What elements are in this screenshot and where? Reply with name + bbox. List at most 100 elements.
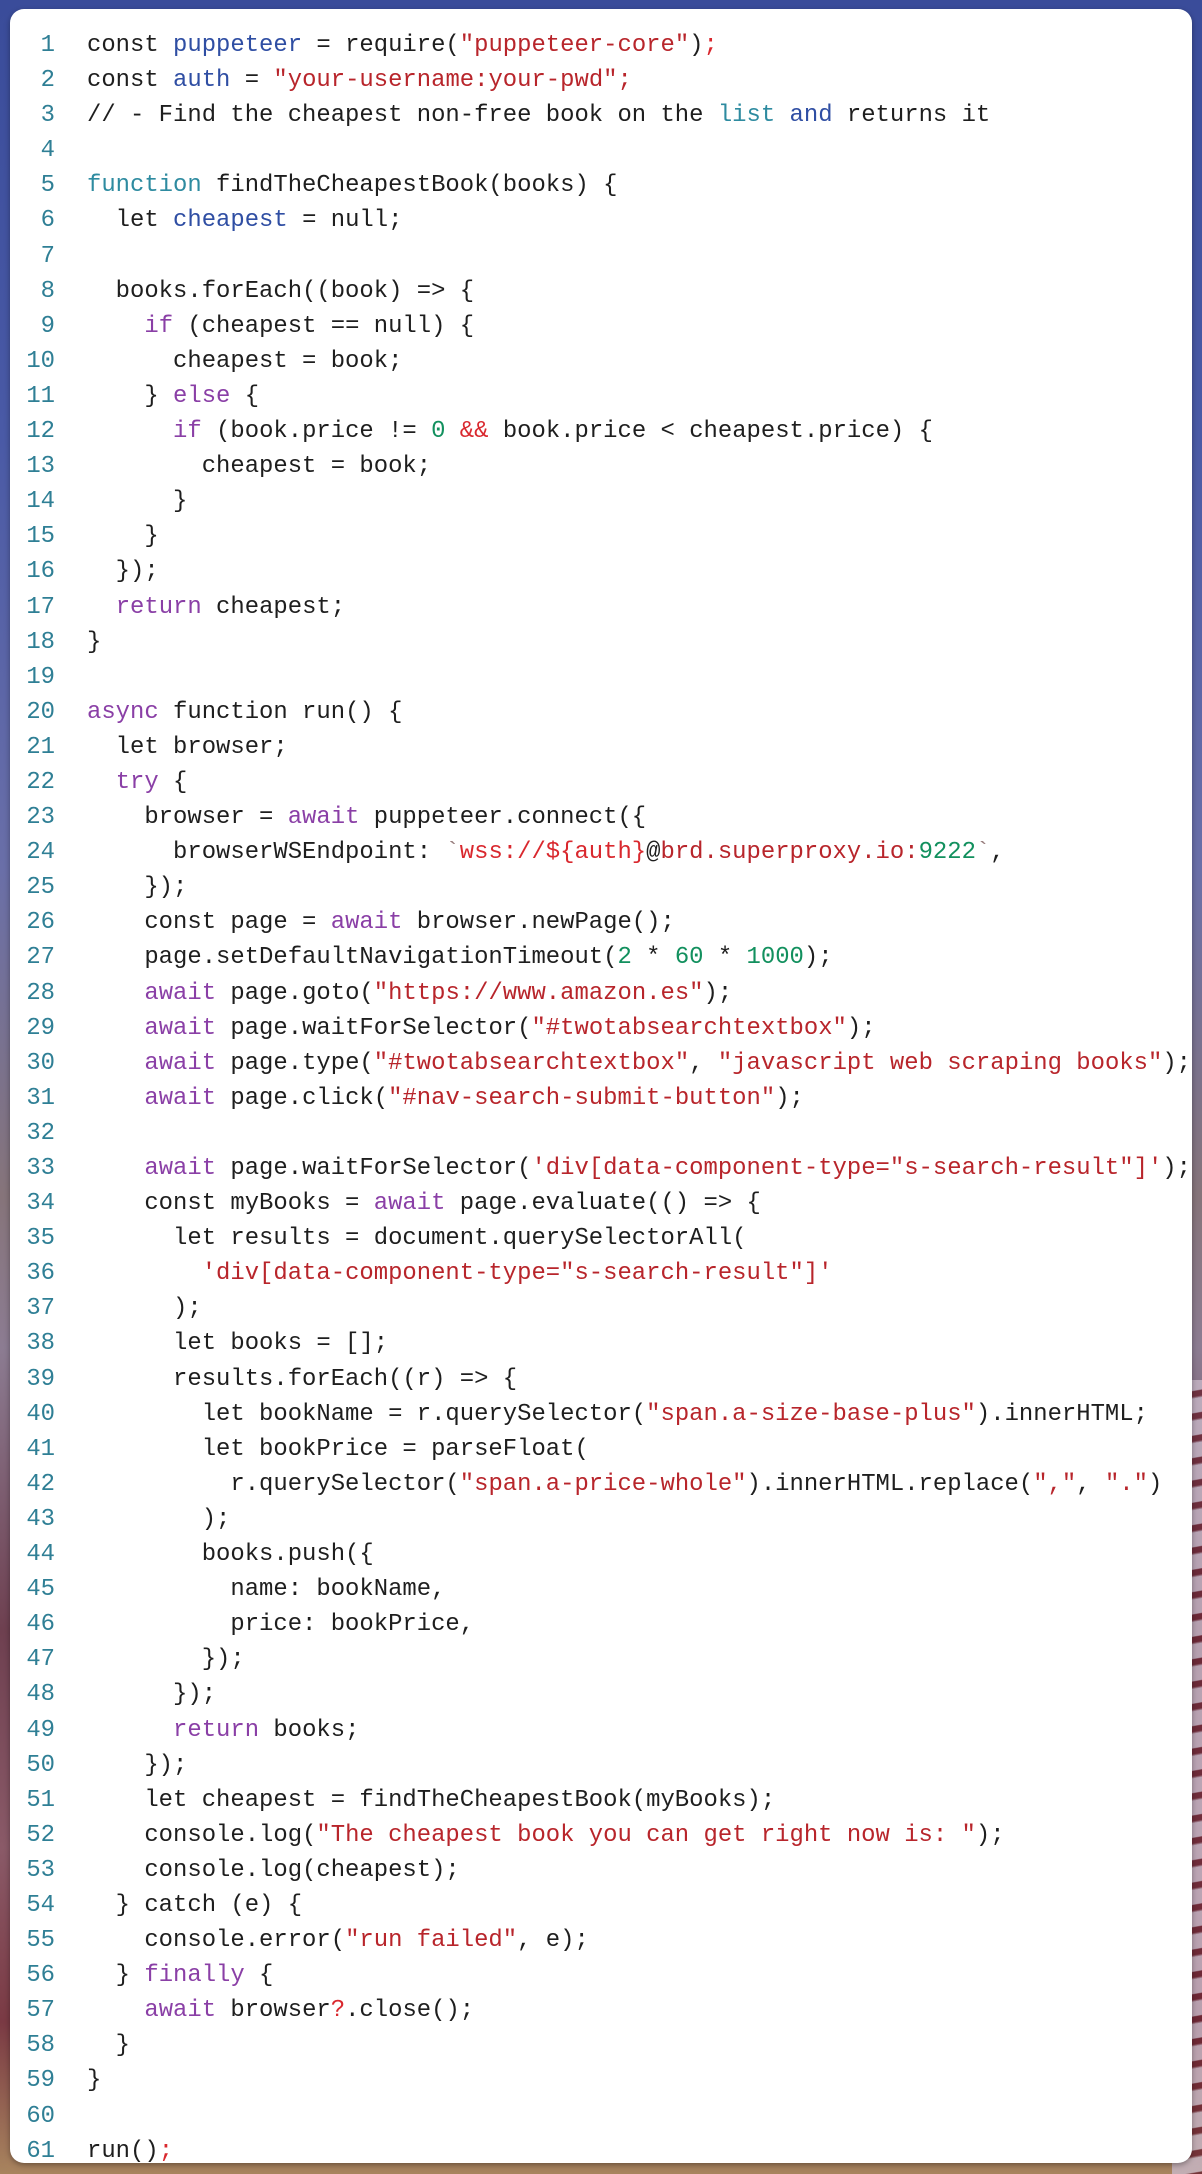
line-text: } (55, 2028, 130, 2063)
code-line[interactable]: 36 'div[data-component-type="s-search-re… (10, 1256, 1191, 1291)
code-token: "," (1033, 1470, 1077, 1498)
code-line[interactable]: 11 } else { (10, 379, 1191, 414)
code-token: .close(); (345, 1997, 475, 2025)
line-text: const puppeteer = require("puppeteer-cor… (55, 28, 718, 63)
code-line[interactable]: 9 if (cheapest == null) { (10, 309, 1191, 344)
code-line[interactable]: 28 await page.goto("https://www.amazon.e… (10, 976, 1191, 1011)
code-line[interactable]: 54 } catch (e) { (10, 1888, 1191, 1923)
line-number: 56 (26, 1962, 55, 1990)
line-number: 59 (26, 2067, 55, 2095)
code-line[interactable]: 20 async function run() { (10, 695, 1191, 730)
code-token: ; (703, 32, 718, 59)
code-line[interactable]: 8 books.forEach((book) => { (10, 274, 1191, 309)
line-text: console.log(cheapest); (55, 1853, 459, 1888)
code-line[interactable]: 30 await page.type("#twotabsearchtextbox… (10, 1046, 1191, 1081)
code-token: && (459, 418, 489, 446)
code-line[interactable]: 18} (10, 625, 1191, 660)
code-line[interactable]: 29 await page.waitForSelector("#twotabse… (10, 1011, 1191, 1046)
code-token: and (789, 102, 833, 130)
code-line[interactable]: 7 (10, 239, 1191, 274)
code-token: price: bookPrice, (87, 1611, 475, 1639)
code-line[interactable]: 13 cheapest = book; (10, 449, 1191, 484)
code-line[interactable]: 49 return books; (10, 1713, 1191, 1748)
code-line[interactable]: 33 await page.waitForSelector('div[data-… (10, 1151, 1191, 1186)
code-token: await (144, 1014, 217, 1042)
code-token: run() (87, 2137, 159, 2163)
code-line[interactable]: 10 cheapest = book; (10, 344, 1191, 379)
code-line[interactable]: 17 return cheapest; (10, 590, 1191, 625)
code-line[interactable]: 34 const myBooks = await page.evaluate((… (10, 1186, 1191, 1221)
line-text: let bookName = r.querySelector("span.a-s… (55, 1397, 1148, 1432)
code-line[interactable]: 3 // - Find the cheapest non-free book on… (10, 98, 1191, 133)
code-line[interactable]: 21 let browser; (10, 730, 1191, 765)
code-line[interactable]: 16 }); (10, 554, 1191, 589)
code-line[interactable]: 35 let results = document.querySelectorA… (10, 1221, 1191, 1256)
code-token: wss://${auth} (459, 839, 647, 867)
code-token: @ (646, 839, 661, 867)
code-line[interactable]: 5 function findTheCheapestBook(books) { (10, 168, 1191, 203)
code-line[interactable]: 6 let cheapest = null; (10, 203, 1191, 238)
code-token: 60 (674, 944, 704, 972)
code-token: "." (1104, 1470, 1148, 1498)
code-token: ; (158, 2137, 174, 2163)
code-line[interactable]: 57 await browser?.close(); (10, 1993, 1191, 2028)
code-line[interactable]: 60 (10, 2099, 1191, 2134)
code-line[interactable]: 25 }); (10, 870, 1191, 905)
code-line[interactable]: 61 run(); (10, 2134, 1191, 2163)
code-line[interactable]: 1 const puppeteer = require("puppeteer-co… (10, 28, 1191, 63)
code-line[interactable]: 59} (10, 2063, 1191, 2098)
line-text: let browser; (55, 730, 288, 765)
code-line[interactable]: 41 let bookPrice = parseFloat( (10, 1432, 1191, 1467)
code-line[interactable]: 19 (10, 660, 1191, 695)
code-token: ); (1162, 1049, 1192, 1077)
code-line[interactable]: 44 books.push({ (10, 1537, 1191, 1572)
code-line[interactable]: 26 const page = await browser.newPage(); (10, 905, 1191, 940)
code-token: * (631, 944, 675, 972)
line-number: 32 (26, 1119, 55, 1147)
code-token: r.querySelector( (87, 1470, 460, 1498)
code-token: } (87, 1962, 145, 1990)
line-text (55, 660, 87, 695)
line-text: results.forEach((r) => { (55, 1362, 517, 1397)
code-line[interactable]: 50 }); (10, 1748, 1191, 1783)
code-line[interactable]: 39 results.forEach((r) => { (10, 1362, 1191, 1397)
code-line[interactable]: 15 } (10, 519, 1191, 554)
code-line[interactable]: 14 } (10, 484, 1191, 519)
code-line[interactable]: 58 } (10, 2028, 1191, 2063)
code-line[interactable]: 45 name: bookName, (10, 1572, 1191, 1607)
code-line[interactable]: 43 ); (10, 1502, 1191, 1537)
code-line[interactable]: 37 ); (10, 1291, 1191, 1326)
code-line[interactable]: 46 price: bookPrice, (10, 1607, 1191, 1642)
code-token: ); (846, 1014, 876, 1042)
code-line[interactable]: 42 r.querySelector("span.a-price-whole")… (10, 1467, 1191, 1502)
line-number: 38 (26, 1330, 55, 1358)
line-number: 30 (26, 1049, 55, 1077)
code-line[interactable]: 31 await page.click("#nav-search-submit-… (10, 1081, 1191, 1116)
code-line[interactable]: 2 const auth = "your-username:your-pwd"; (10, 63, 1191, 98)
code-line[interactable]: 51 let cheapest = findTheCheapestBook(my… (10, 1783, 1191, 1818)
code-line[interactable]: 55 console.error("run failed", e); (10, 1923, 1191, 1958)
code-token: returns it (832, 102, 991, 130)
code-line[interactable]: 40 let bookName = r.querySelector("span.… (10, 1397, 1191, 1432)
code-line[interactable]: 27 page.setDefaultNavigationTimeout(2 * … (10, 940, 1191, 975)
code-line[interactable]: 56 } finally { (10, 1958, 1191, 1993)
code-line[interactable]: 23 browser = await puppeteer.connect({ (10, 800, 1191, 835)
code-line[interactable]: 4 (10, 133, 1191, 168)
code-line[interactable]: 47 }); (10, 1642, 1191, 1677)
code-line[interactable]: 38 let books = []; (10, 1326, 1191, 1361)
line-text: let results = document.querySelectorAll( (55, 1221, 746, 1256)
code-line[interactable]: 22 try { (10, 765, 1191, 800)
code-token: await (144, 1997, 217, 2025)
code-line[interactable]: 12 if (book.price != 0 && book.price < c… (10, 414, 1191, 449)
code-line[interactable]: 32 (10, 1116, 1191, 1151)
code-line[interactable]: 48 }); (10, 1677, 1191, 1712)
code-line[interactable]: 52 console.log("The cheapest book you ca… (10, 1818, 1191, 1853)
code-token: books; (259, 1716, 360, 1744)
code-block[interactable]: 1 const puppeteer = require("puppeteer-co… (10, 28, 1191, 2163)
code-token: results.forEach((r) => { (87, 1365, 518, 1393)
code-line[interactable]: 53 console.log(cheapest); (10, 1853, 1191, 1888)
code-line[interactable]: 24 browserWSEndpoint: `wss://${auth}@brd… (10, 835, 1191, 870)
